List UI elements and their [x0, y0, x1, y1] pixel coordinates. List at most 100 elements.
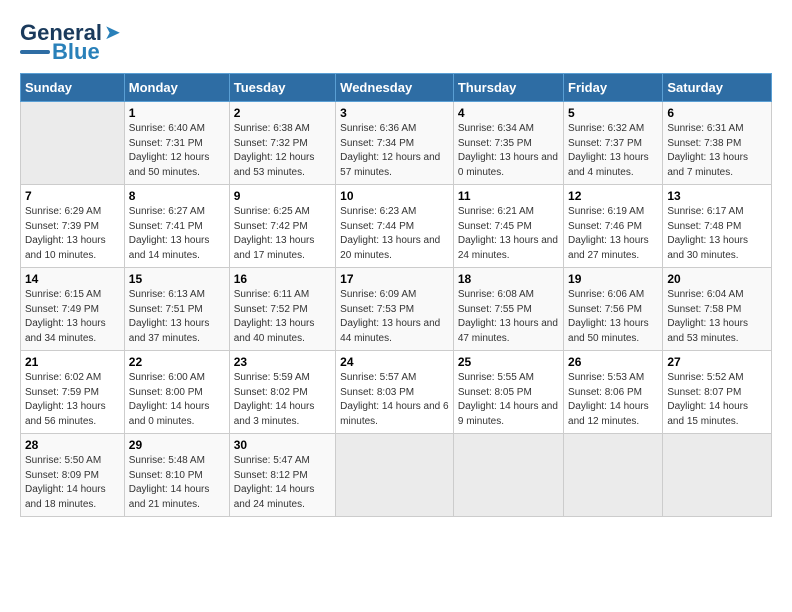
calendar-week-1: 1 Sunrise: 6:40 AMSunset: 7:31 PMDaylight…	[21, 102, 772, 185]
day-detail: Sunrise: 5:59 AMSunset: 8:02 PMDaylight:…	[234, 371, 331, 429]
day-detail: Sunrise: 5:53 AMSunset: 8:06 PMDaylight:…	[568, 371, 658, 429]
calendar-cell: 7 Sunrise: 6:29 AMSunset: 7:39 PMDaylight…	[21, 185, 125, 268]
day-number: 21	[25, 355, 120, 369]
column-header-friday: Friday	[564, 74, 663, 102]
day-number: 24	[340, 355, 449, 369]
day-detail: Sunrise: 6:40 AMSunset: 7:31 PMDaylight:…	[129, 122, 225, 180]
day-detail: Sunrise: 5:47 AMSunset: 8:12 PMDaylight:…	[234, 454, 331, 512]
day-detail: Sunrise: 5:57 AMSunset: 8:03 PMDaylight:…	[340, 371, 449, 429]
calendar-cell: 27Sunrise: 5:52 AMSunset: 8:07 PMDayligh…	[663, 351, 772, 434]
calendar-cell: 20 Sunrise: 6:04 AMSunset: 7:58 PMDayligh…	[663, 268, 772, 351]
day-number: 12	[568, 189, 658, 203]
day-number: 28	[25, 438, 120, 452]
day-number: 9	[234, 189, 331, 203]
calendar-cell	[21, 102, 125, 185]
column-header-tuesday: Tuesday	[229, 74, 335, 102]
calendar-week-3: 14Sunrise: 6:15 AMSunset: 7:49 PMDayligh…	[21, 268, 772, 351]
day-number: 15	[129, 272, 225, 286]
day-number: 17	[340, 272, 449, 286]
day-number: 1	[129, 106, 225, 120]
calendar-cell: 17 Sunrise: 6:09 AMSunset: 7:53 PMDayligh…	[336, 268, 454, 351]
calendar-cell: 3 Sunrise: 6:36 AMSunset: 7:34 PMDaylight…	[336, 102, 454, 185]
calendar-cell: 22 Sunrise: 6:00 AMSunset: 8:00 PMDayligh…	[124, 351, 229, 434]
day-number: 5	[568, 106, 658, 120]
day-detail: Sunrise: 6:34 AMSunset: 7:35 PMDaylight:…	[458, 122, 559, 180]
calendar-cell: 14Sunrise: 6:15 AMSunset: 7:49 PMDayligh…	[21, 268, 125, 351]
calendar-cell: 28 Sunrise: 5:50 AMSunset: 8:09 PMDayligh…	[21, 434, 125, 517]
day-number: 18	[458, 272, 559, 286]
calendar-week-2: 7 Sunrise: 6:29 AMSunset: 7:39 PMDaylight…	[21, 185, 772, 268]
day-detail: Sunrise: 5:50 AMSunset: 8:09 PMDaylight:…	[25, 454, 120, 512]
day-detail: Sunrise: 6:19 AMSunset: 7:46 PMDaylight:…	[568, 205, 658, 263]
calendar-cell: 5 Sunrise: 6:32 AMSunset: 7:37 PMDaylight…	[564, 102, 663, 185]
day-number: 11	[458, 189, 559, 203]
calendar-cell: 23 Sunrise: 5:59 AMSunset: 8:02 PMDayligh…	[229, 351, 335, 434]
day-number: 30	[234, 438, 331, 452]
day-number: 20	[667, 272, 767, 286]
calendar-cell: 16 Sunrise: 6:11 AMSunset: 7:52 PMDayligh…	[229, 268, 335, 351]
calendar-cell	[564, 434, 663, 517]
calendar-cell: 29Sunrise: 5:48 AMSunset: 8:10 PMDayligh…	[124, 434, 229, 517]
day-number: 7	[25, 189, 120, 203]
day-number: 10	[340, 189, 449, 203]
day-number: 8	[129, 189, 225, 203]
calendar-week-5: 28 Sunrise: 5:50 AMSunset: 8:09 PMDayligh…	[21, 434, 772, 517]
day-number: 6	[667, 106, 767, 120]
day-detail: Sunrise: 6:09 AMSunset: 7:53 PMDaylight:…	[340, 288, 449, 346]
calendar-cell: 6 Sunrise: 6:31 AMSunset: 7:38 PMDaylight…	[663, 102, 772, 185]
calendar-cell: 9 Sunrise: 6:25 AMSunset: 7:42 PMDaylight…	[229, 185, 335, 268]
calendar-cell: 2 Sunrise: 6:38 AMSunset: 7:32 PMDaylight…	[229, 102, 335, 185]
day-detail: Sunrise: 6:36 AMSunset: 7:34 PMDaylight:…	[340, 122, 449, 180]
calendar-header-row: SundayMondayTuesdayWednesdayThursdayFrid…	[21, 74, 772, 102]
calendar-cell: 18 Sunrise: 6:08 AMSunset: 7:55 PMDayligh…	[453, 268, 563, 351]
day-number: 25	[458, 355, 559, 369]
calendar-cell: 12 Sunrise: 6:19 AMSunset: 7:46 PMDayligh…	[564, 185, 663, 268]
day-detail: Sunrise: 6:11 AMSunset: 7:52 PMDaylight:…	[234, 288, 331, 346]
day-detail: Sunrise: 6:29 AMSunset: 7:39 PMDaylight:…	[25, 205, 120, 263]
day-number: 3	[340, 106, 449, 120]
logo: General ➤ Blue	[20, 20, 121, 63]
day-detail: Sunrise: 6:06 AMSunset: 7:56 PMDaylight:…	[568, 288, 658, 346]
calendar-cell: 26Sunrise: 5:53 AMSunset: 8:06 PMDayligh…	[564, 351, 663, 434]
calendar-cell	[336, 434, 454, 517]
calendar-cell: 25 Sunrise: 5:55 AMSunset: 8:05 PMDayligh…	[453, 351, 563, 434]
column-header-sunday: Sunday	[21, 74, 125, 102]
calendar-cell: 10 Sunrise: 6:23 AMSunset: 7:44 PMDayligh…	[336, 185, 454, 268]
day-detail: Sunrise: 6:17 AMSunset: 7:48 PMDaylight:…	[667, 205, 767, 263]
calendar-cell: 21 Sunrise: 6:02 AMSunset: 7:59 PMDayligh…	[21, 351, 125, 434]
day-detail: Sunrise: 5:52 AMSunset: 8:07 PMDaylight:…	[667, 371, 767, 429]
day-detail: Sunrise: 6:00 AMSunset: 8:00 PMDaylight:…	[129, 371, 225, 429]
calendar-cell	[453, 434, 563, 517]
day-number: 4	[458, 106, 559, 120]
day-detail: Sunrise: 6:27 AMSunset: 7:41 PMDaylight:…	[129, 205, 225, 263]
calendar-cell: 24 Sunrise: 5:57 AMSunset: 8:03 PMDayligh…	[336, 351, 454, 434]
day-detail: Sunrise: 6:31 AMSunset: 7:38 PMDaylight:…	[667, 122, 767, 180]
logo-bird-icon: ➤	[104, 20, 121, 45]
day-detail: Sunrise: 6:32 AMSunset: 7:37 PMDaylight:…	[568, 122, 658, 180]
day-detail: Sunrise: 6:02 AMSunset: 7:59 PMDaylight:…	[25, 371, 120, 429]
day-detail: Sunrise: 6:25 AMSunset: 7:42 PMDaylight:…	[234, 205, 331, 263]
day-number: 16	[234, 272, 331, 286]
day-number: 2	[234, 106, 331, 120]
day-detail: Sunrise: 6:04 AMSunset: 7:58 PMDaylight:…	[667, 288, 767, 346]
day-detail: Sunrise: 5:48 AMSunset: 8:10 PMDaylight:…	[129, 454, 225, 512]
day-number: 22	[129, 355, 225, 369]
day-detail: Sunrise: 6:15 AMSunset: 7:49 PMDaylight:…	[25, 288, 120, 346]
calendar-cell: 1 Sunrise: 6:40 AMSunset: 7:31 PMDaylight…	[124, 102, 229, 185]
column-header-saturday: Saturday	[663, 74, 772, 102]
day-detail: Sunrise: 5:55 AMSunset: 8:05 PMDaylight:…	[458, 371, 559, 429]
day-detail: Sunrise: 6:21 AMSunset: 7:45 PMDaylight:…	[458, 205, 559, 263]
day-detail: Sunrise: 6:08 AMSunset: 7:55 PMDaylight:…	[458, 288, 559, 346]
day-number: 23	[234, 355, 331, 369]
calendar-cell: 19 Sunrise: 6:06 AMSunset: 7:56 PMDayligh…	[564, 268, 663, 351]
column-header-thursday: Thursday	[453, 74, 563, 102]
calendar-cell: 30 Sunrise: 5:47 AMSunset: 8:12 PMDayligh…	[229, 434, 335, 517]
day-detail: Sunrise: 6:23 AMSunset: 7:44 PMDaylight:…	[340, 205, 449, 263]
calendar-cell: 13Sunrise: 6:17 AMSunset: 7:48 PMDayligh…	[663, 185, 772, 268]
day-detail: Sunrise: 6:38 AMSunset: 7:32 PMDaylight:…	[234, 122, 331, 180]
page-header: General ➤ Blue	[20, 20, 772, 63]
day-number: 19	[568, 272, 658, 286]
day-detail: Sunrise: 6:13 AMSunset: 7:51 PMDaylight:…	[129, 288, 225, 346]
column-header-monday: Monday	[124, 74, 229, 102]
calendar-cell: 15 Sunrise: 6:13 AMSunset: 7:51 PMDayligh…	[124, 268, 229, 351]
